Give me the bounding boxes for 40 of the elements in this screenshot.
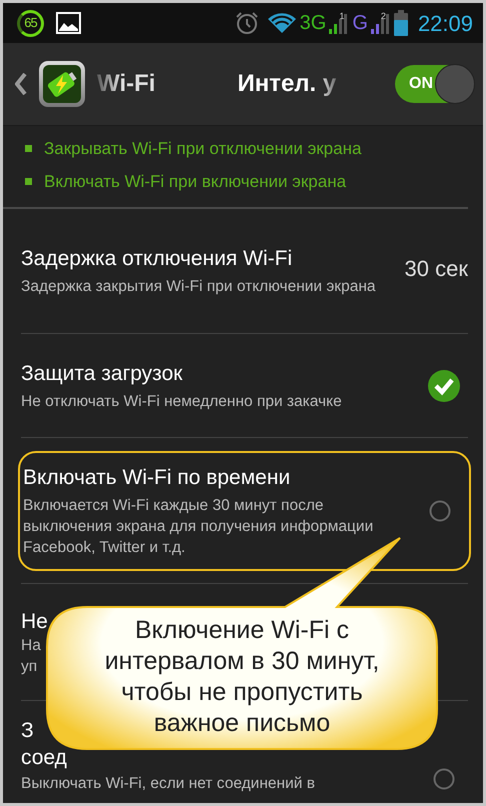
setting-title: Не [21, 608, 48, 634]
battery-level-badge: 65 [17, 10, 44, 36]
back-icon [15, 73, 27, 95]
battery-icon [394, 10, 408, 36]
battery-app-icon [39, 61, 85, 107]
setting-description: На [21, 636, 41, 656]
sim-number: 2 [380, 12, 386, 21]
checkbox[interactable] [429, 500, 451, 522]
wifi-icon [266, 12, 297, 34]
sim-number: 1 [339, 12, 344, 21]
callout-text: важное письмо [152, 708, 332, 739]
alarm-icon [234, 11, 259, 35]
bullet-icon [25, 145, 32, 152]
status-time: 22:09 [418, 10, 473, 38]
setting-title: Включать Wi-Fi по времени [23, 464, 290, 490]
setting-description: Задержка закрытия Wi-Fi при отключении экрана [21, 277, 376, 297]
signal-icon [329, 12, 348, 34]
checkbox[interactable] [427, 368, 461, 402]
setting-description: Не отключать Wi-Fi немедленно при закачке [21, 392, 342, 412]
setting-description: Включается Wi-Fi каждые 30 минут после выключения экрана для получения информации Facebook, Twitter и т.д. [23, 496, 374, 558]
bullet-icon [25, 178, 32, 185]
setting-title: Задержка отключения Wi-Fi [21, 246, 292, 272]
bullet-text: Включать Wi-Fi при включении экрана [44, 171, 346, 193]
network-type-label: G [352, 11, 368, 36]
setting-title: Защита загрузок [21, 360, 182, 386]
checkbox[interactable] [433, 768, 455, 790]
callout-text: Включение Wi-Fi с [134, 615, 350, 646]
bullet-text: Закрывать Wi-Fi при отключении экрана [44, 138, 362, 160]
tab-label[interactable]: Wi-Fi [97, 66, 156, 102]
setting-description: уп [21, 656, 38, 676]
setting-value[interactable]: 30 сек [404, 252, 468, 284]
network-type-label: 3G [300, 11, 326, 36]
callout-text: интервалом в 30 минут, [104, 646, 380, 677]
callout-text: чтобы не пропустить [120, 677, 364, 708]
signal-icon [370, 12, 390, 34]
image-icon [56, 12, 81, 34]
setting-title: соед [21, 745, 67, 771]
setting-description: Выключать Wi-Fi, если нет соединений в [21, 774, 315, 794]
setting-title: З [21, 718, 34, 744]
screen-title: Интел. у [237, 69, 336, 99]
